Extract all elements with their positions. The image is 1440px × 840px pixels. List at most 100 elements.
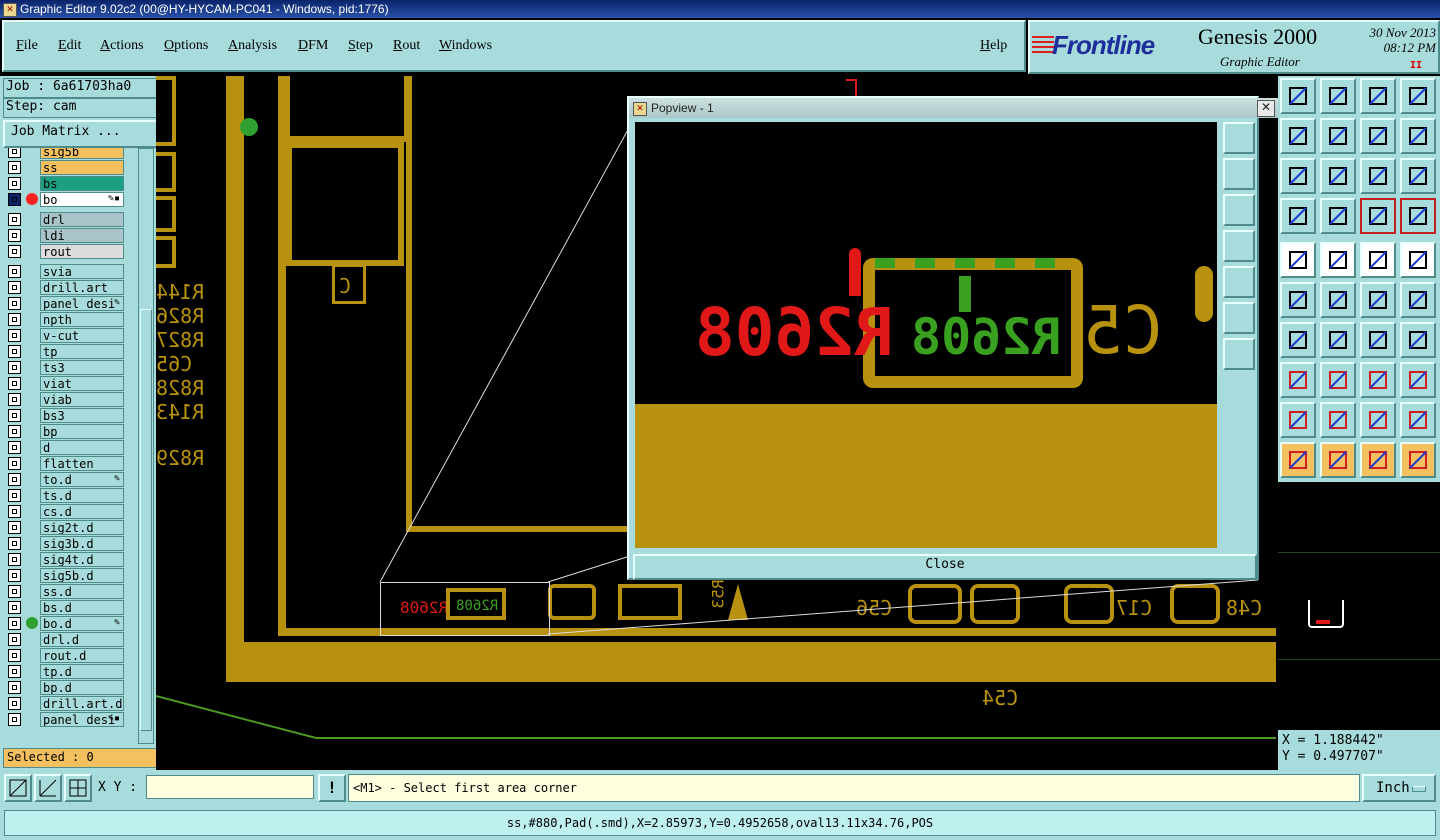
layer-name[interactable]: ss [40, 160, 124, 175]
triangle-alt-icon[interactable] [1320, 402, 1356, 438]
menu-actions[interactable]: Actions [100, 38, 144, 54]
feature-select-icon[interactable] [1280, 242, 1316, 278]
snap-mode-icon[interactable] [4, 774, 32, 802]
layer-name[interactable]: bp.d [40, 680, 124, 695]
layer-checkbox[interactable] [8, 361, 21, 374]
layer-name[interactable]: drill.art [40, 280, 124, 295]
layer-colors-icon[interactable] [1360, 198, 1396, 234]
layer-name[interactable]: sig2t.d [40, 520, 124, 535]
layer-name[interactable]: sig4t.d [40, 552, 124, 567]
popview-zoom-fit-button[interactable] [1223, 122, 1255, 154]
layer-name[interactable]: bs3 [40, 408, 124, 423]
layer-checkbox[interactable] [8, 193, 21, 206]
menu-rout[interactable]: Rout [393, 38, 420, 54]
layer-row-bs3[interactable]: bs3 [6, 408, 124, 423]
popview-zoom-in-button[interactable] [1223, 158, 1255, 190]
pad-icon[interactable] [1400, 242, 1436, 278]
zoom-fit-icon[interactable] [1280, 158, 1316, 194]
measure-mode-icon[interactable] [34, 774, 62, 802]
layer-row-panel-desi[interactable]: panel_desi ✎ [6, 296, 124, 311]
pointer-box-icon[interactable] [1320, 442, 1356, 478]
layer-row-bs[interactable]: bs [6, 176, 124, 191]
xy-input[interactable] [146, 775, 314, 799]
scrollbar-thumb[interactable] [140, 309, 152, 731]
menu-analysis[interactable]: Analysis [228, 38, 277, 54]
layer-row-bp-d[interactable]: bp.d [6, 680, 124, 695]
layer-name[interactable]: drl.d [40, 632, 124, 647]
pointer-alt-icon[interactable] [1360, 442, 1396, 478]
layer-name[interactable]: ldi [40, 228, 124, 243]
layer-row-drl[interactable]: drl [6, 212, 124, 227]
layer-name[interactable]: bs [40, 176, 124, 191]
layer-name[interactable]: bp [40, 424, 124, 439]
layer-name[interactable]: cs.d [40, 504, 124, 519]
layer-checkbox[interactable] [8, 245, 21, 258]
popview-title-bar[interactable]: ✕ Popview - 1 ✕ [629, 98, 1279, 118]
layer-row-rout[interactable]: rout [6, 244, 124, 259]
pause-indicator[interactable]: II [1410, 60, 1422, 71]
layer-checkbox[interactable] [8, 697, 21, 710]
slash-icon[interactable] [1320, 322, 1356, 358]
arc-alt-icon[interactable] [1400, 402, 1436, 438]
layer-name[interactable]: viat [40, 376, 124, 391]
layer-name[interactable]: bo.d [40, 616, 124, 631]
layer-checkbox[interactable] [8, 425, 21, 438]
connect-alt-icon[interactable] [1400, 282, 1436, 318]
layer-colors-alt-icon[interactable] [1400, 198, 1436, 234]
layer-checkbox[interactable] [8, 585, 21, 598]
layer-checkbox[interactable] [8, 681, 21, 694]
layer-row-cs-d[interactable]: cs.d [6, 504, 124, 519]
layer-name[interactable]: to.d [40, 472, 124, 487]
layer-checkbox[interactable] [8, 617, 21, 630]
layer-row-bo[interactable]: bo ✎▪ [6, 192, 124, 207]
triangle-icon[interactable] [1280, 402, 1316, 438]
measure-tool-icon[interactable] [1280, 198, 1316, 234]
layer-row-panel-desi[interactable]: panel_desi ✎▪ [6, 712, 124, 727]
window-split-icon[interactable] [1400, 78, 1436, 114]
menu-step[interactable]: Step [348, 38, 373, 54]
layer-checkbox[interactable] [8, 265, 21, 278]
layer-checkbox[interactable] [8, 281, 21, 294]
layer-name[interactable]: sig3b.d [40, 536, 124, 551]
layer-checkbox[interactable] [8, 377, 21, 390]
popview-pan-right-button[interactable] [1223, 266, 1255, 298]
layer-checkbox[interactable] [8, 313, 21, 326]
layer-row-bo-d[interactable]: bo.d ✎ [6, 616, 124, 631]
mirror-icon[interactable] [1400, 322, 1436, 358]
layer-row-ts3[interactable]: ts3 [6, 360, 124, 375]
pad-link-icon[interactable] [1280, 362, 1316, 398]
layer-name[interactable]: drill.art.d [40, 696, 124, 711]
layer-row-viat[interactable]: viat [6, 376, 124, 391]
swap-icon[interactable] [1360, 118, 1396, 154]
layer-checkbox[interactable] [8, 213, 21, 226]
hole-icon[interactable] [1400, 362, 1436, 398]
layer-row-ts-d[interactable]: ts.d [6, 488, 124, 503]
layer-checkbox[interactable] [8, 521, 21, 534]
layer-checkbox[interactable] [8, 148, 21, 158]
layer-row-bs-d[interactable]: bs.d [6, 600, 124, 615]
layer-row-d[interactable]: d [6, 440, 124, 455]
layer-name[interactable]: tp [40, 344, 124, 359]
layer-name[interactable]: rout.d [40, 648, 124, 663]
popview-move-button[interactable] [1223, 338, 1255, 370]
layer-row-sig3b-d[interactable]: sig3b.d [6, 536, 124, 551]
layer-checkbox[interactable] [8, 633, 21, 646]
layer-row-sig2t-d[interactable]: sig2t.d [6, 520, 124, 535]
snake-icon[interactable] [1400, 118, 1436, 154]
ruler-icon[interactable] [1360, 242, 1396, 278]
menu-file[interactable]: File [16, 38, 38, 54]
layer-row-npth[interactable]: npth [6, 312, 124, 327]
save-icon[interactable] [1320, 78, 1356, 114]
layer-row-svia[interactable]: svia [6, 264, 124, 279]
layer-checkbox[interactable] [8, 569, 21, 582]
layer-checkbox[interactable] [8, 649, 21, 662]
pan-left-icon[interactable] [1280, 118, 1316, 154]
layer-name[interactable]: d [40, 440, 124, 455]
popview-center-button[interactable] [1223, 302, 1255, 334]
connect-icon[interactable] [1360, 282, 1396, 318]
popview-zoom-out-button[interactable] [1223, 194, 1255, 226]
layer-checkbox[interactable] [8, 409, 21, 422]
cross-icon[interactable] [1320, 282, 1356, 318]
alert-button[interactable]: ! [318, 774, 346, 802]
grid-mode-icon[interactable] [64, 774, 92, 802]
